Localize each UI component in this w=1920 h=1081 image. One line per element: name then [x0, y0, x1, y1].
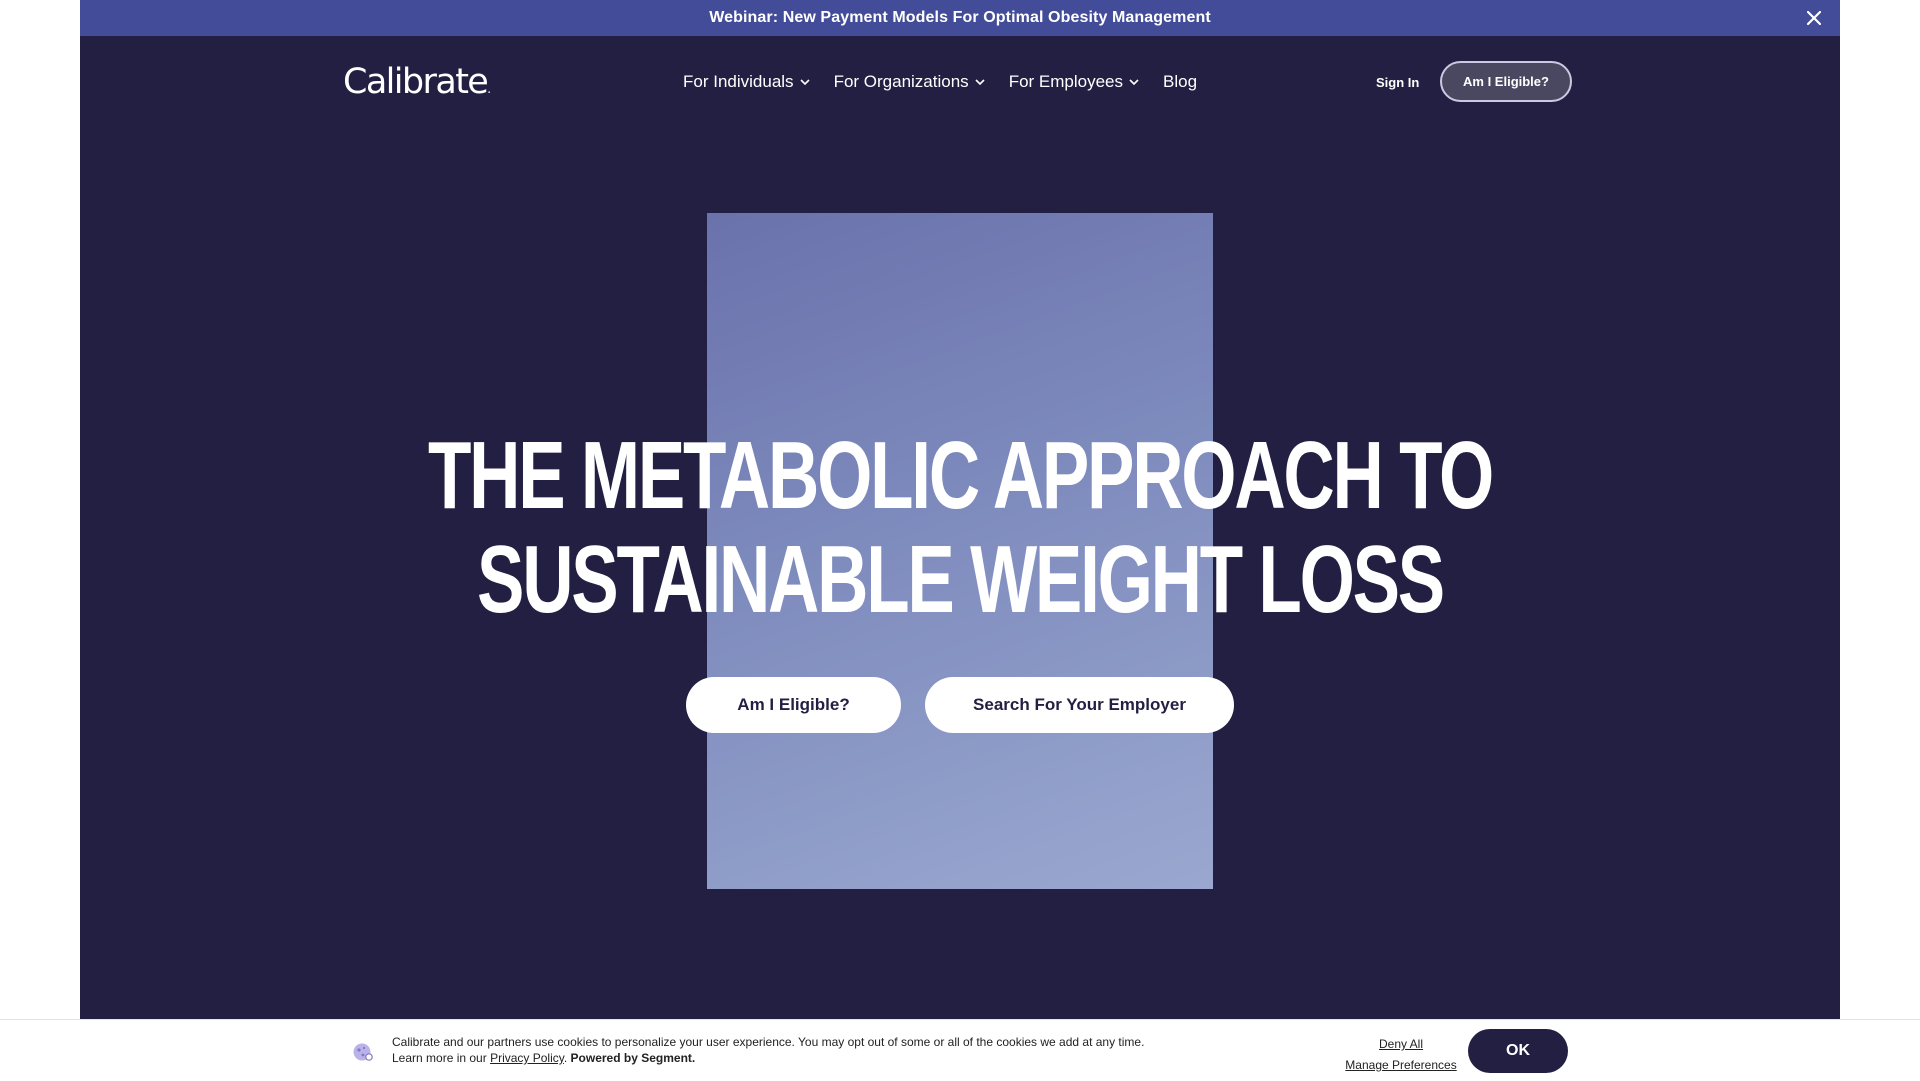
page-container: Webinar: New Payment Models For Optimal …: [80, 0, 1840, 1020]
nav-item-blog[interactable]: Blog: [1163, 72, 1197, 92]
announcement-bar[interactable]: Webinar: New Payment Models For Optimal …: [80, 0, 1840, 36]
logo[interactable]: Calibrate.: [343, 62, 491, 102]
nav-item-for-employees[interactable]: For Employees: [1009, 72, 1139, 92]
nav-item-label[interactable]: For Individuals: [683, 72, 794, 92]
announcement-text[interactable]: Webinar: New Payment Models For Optimal …: [709, 9, 1211, 27]
cookie-text-learn: Learn more in our: [392, 1051, 491, 1065]
logo-text[interactable]: Calibrate: [343, 62, 489, 102]
nav-item-for-organizations[interactable]: For Organizations: [834, 72, 985, 92]
cookie-links: Deny All Manage Preferences: [1344, 1034, 1458, 1076]
chevron-down-icon: [975, 78, 985, 85]
hero-headline: THE METABOLIC APPROACH TO SUSTAINABLE WE…: [309, 424, 1611, 632]
chevron-down-icon: [799, 78, 810, 85]
main-nav: For Individuals For Organizations For Em…: [683, 72, 1197, 92]
manage-preferences-link[interactable]: Manage Preferences: [1344, 1055, 1458, 1076]
nav-item-label[interactable]: For Employees: [1009, 72, 1123, 92]
privacy-policy-link[interactable]: Privacy Policy: [490, 1051, 564, 1065]
cookie-text-separator: .: [563, 1051, 571, 1065]
nav-item-for-individuals[interactable]: For Individuals: [683, 72, 810, 92]
hero-headline-line-1: THE METABOLIC APPROACH TO: [427, 422, 1494, 529]
cookie-text: Calibrate and our partners use cookies t…: [392, 1034, 1192, 1066]
cookie-text-line-1: Calibrate and our partners use cookies t…: [392, 1035, 1145, 1049]
powered-by-segment: Powered by Segment.: [570, 1051, 696, 1065]
deny-all-link[interactable]: Deny All: [1344, 1034, 1458, 1055]
nav-item-label[interactable]: For Organizations: [834, 72, 969, 92]
nav-item-label[interactable]: Blog: [1163, 72, 1197, 92]
hero-headline-line-2: SUSTAINABLE WEIGHT LOSS: [477, 526, 1445, 633]
eligibility-button[interactable]: Am I Eligible?: [686, 677, 901, 733]
sign-in-link[interactable]: Sign In: [1376, 75, 1419, 90]
close-icon[interactable]: [1802, 6, 1826, 30]
search-employer-button[interactable]: Search For Your Employer: [925, 677, 1234, 733]
cookie-banner: Calibrate and our partners use cookies t…: [0, 1019, 1920, 1081]
header-eligibility-button[interactable]: Am I Eligible?: [1440, 61, 1572, 102]
cookie-ok-button[interactable]: OK: [1468, 1029, 1568, 1073]
chevron-down-icon: [1129, 78, 1139, 85]
cookie-icon: [352, 1041, 374, 1063]
